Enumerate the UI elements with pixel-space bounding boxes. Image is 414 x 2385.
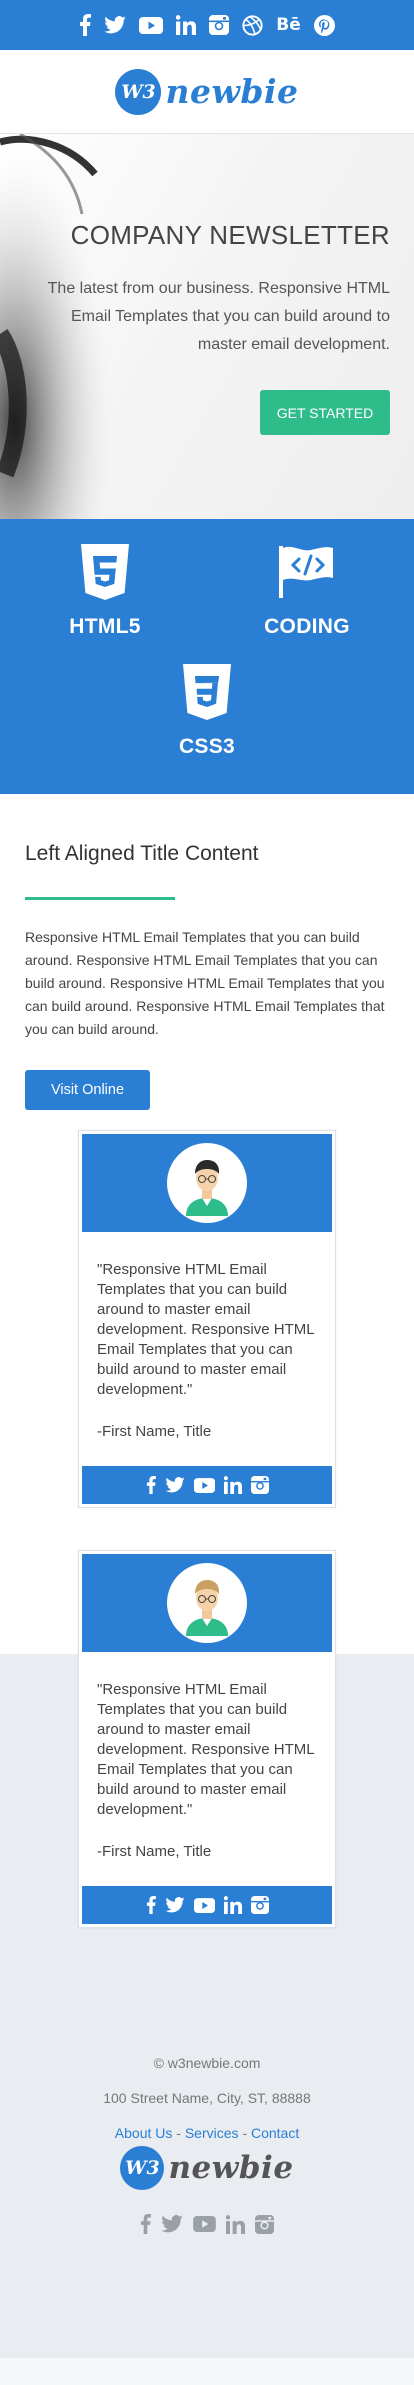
linkedin-icon[interactable] xyxy=(226,2214,245,2234)
facebook-icon[interactable] xyxy=(146,1896,156,1914)
top-social-bar: Bē xyxy=(0,0,414,50)
link-separator: - xyxy=(172,2125,185,2141)
logo-badge: W3 xyxy=(120,2146,165,2190)
youtube-icon[interactable] xyxy=(193,1477,215,1493)
instagram-icon[interactable] xyxy=(250,1476,269,1494)
feature-label: CSS3 xyxy=(178,735,236,758)
coding-flag-icon xyxy=(279,546,333,598)
instagram-icon[interactable] xyxy=(209,15,230,35)
footer-links: About Us - Services - Contact xyxy=(0,2125,414,2141)
testimonials-section: "Responsive HTML Email Templates that yo… xyxy=(0,1094,414,1928)
bottom-spacer xyxy=(0,2358,414,2385)
instagram-icon[interactable] xyxy=(250,1896,269,1914)
testimonial-quote: "Responsive HTML Email Templates that yo… xyxy=(97,1681,315,1818)
services-link[interactable]: Services xyxy=(185,2125,239,2141)
footer-social-bar xyxy=(0,2214,414,2234)
brand-logo[interactable]: W3 newbie xyxy=(115,68,299,115)
hero-title: COMPANY NEWSLETTER xyxy=(70,220,390,250)
facebook-icon[interactable] xyxy=(146,1476,156,1494)
testimonial-social-bar xyxy=(82,1886,332,1924)
pinterest-icon[interactable] xyxy=(313,14,335,36)
linkedin-icon[interactable] xyxy=(176,15,197,35)
hero-text: COMPANY NEWSLETTER The latest from our b… xyxy=(30,220,390,359)
get-started-button[interactable]: GET STARTED xyxy=(260,390,390,435)
css3-icon xyxy=(183,664,231,720)
content-body: Responsive HTML Email Templates that you… xyxy=(25,929,385,1037)
feature-html5: HTML5 xyxy=(15,544,195,639)
logo-badge: W3 xyxy=(115,68,162,115)
twitter-icon[interactable] xyxy=(164,1477,185,1493)
footer: © w3newbie.com 100 Street Name, City, ST… xyxy=(0,1993,414,2385)
twitter-icon[interactable] xyxy=(164,1897,185,1913)
behance-icon[interactable]: Bē xyxy=(276,15,301,35)
content-title: Left Aligned Title Content xyxy=(25,842,259,865)
logo-wordmark: newbie xyxy=(165,72,299,111)
hero-description: The latest from our business. Responsive… xyxy=(47,280,390,353)
facebook-icon[interactable] xyxy=(79,14,92,36)
html5-icon xyxy=(81,544,129,600)
youtube-icon[interactable] xyxy=(139,16,164,34)
dribbble-icon[interactable] xyxy=(242,14,263,36)
content-section: Left Aligned Title Content Responsive HT… xyxy=(0,794,414,1110)
footer-address: 100 Street Name, City, ST, 88888 xyxy=(103,2090,311,2106)
youtube-icon[interactable] xyxy=(193,2216,216,2232)
visit-online-button[interactable]: Visit Online xyxy=(25,1070,150,1110)
testimonial-header xyxy=(82,1554,332,1652)
hero-section: COMPANY NEWSLETTER The latest from our b… xyxy=(0,134,414,519)
newsletter-page: Bē W3 newbie COMPANY NEWSLETTER The late… xyxy=(0,0,414,2385)
feature-coding: CODING xyxy=(217,544,397,639)
logo-wordmark: newbie xyxy=(168,2150,294,2186)
youtube-icon[interactable] xyxy=(193,1897,215,1913)
about-us-link[interactable]: About Us xyxy=(115,2125,173,2141)
footer-logo[interactable]: W3 newbie xyxy=(0,2146,414,2190)
testimonial-body: "Responsive HTML Email Templates that yo… xyxy=(82,1232,332,1466)
brand-header: W3 newbie xyxy=(0,50,414,134)
testimonial-signature: -First Name, Title xyxy=(97,1843,212,1860)
facebook-icon[interactable] xyxy=(140,2214,151,2234)
contact-link[interactable]: Contact xyxy=(251,2125,299,2141)
feature-label: CODING xyxy=(264,615,350,638)
feature-label: HTML5 xyxy=(69,615,141,638)
features-section: HTML5 CODING CSS3 xyxy=(0,519,414,794)
twitter-icon[interactable] xyxy=(161,2215,183,2233)
testimonial-card: "Responsive HTML Email Templates that yo… xyxy=(78,1550,336,1928)
person-avatar-icon xyxy=(167,1143,247,1223)
person-avatar-icon xyxy=(167,1563,247,1643)
instagram-icon[interactable] xyxy=(255,2214,274,2234)
feature-css3: CSS3 xyxy=(117,664,297,759)
footer-copyright: © w3newbie.com xyxy=(153,2055,261,2071)
testimonial-card: "Responsive HTML Email Templates that yo… xyxy=(78,1130,336,1508)
testimonial-signature: -First Name, Title xyxy=(97,1423,212,1440)
title-divider xyxy=(25,897,175,900)
linkedin-icon[interactable] xyxy=(223,1896,242,1914)
behance-text: Bē xyxy=(276,15,301,35)
link-separator: - xyxy=(238,2125,251,2141)
testimonial-body: "Responsive HTML Email Templates that yo… xyxy=(82,1652,332,1886)
testimonial-quote: "Responsive HTML Email Templates that yo… xyxy=(97,1261,315,1398)
twitter-icon[interactable] xyxy=(104,16,127,34)
testimonial-social-bar xyxy=(82,1466,332,1504)
testimonial-header xyxy=(82,1134,332,1232)
linkedin-icon[interactable] xyxy=(223,1476,242,1494)
